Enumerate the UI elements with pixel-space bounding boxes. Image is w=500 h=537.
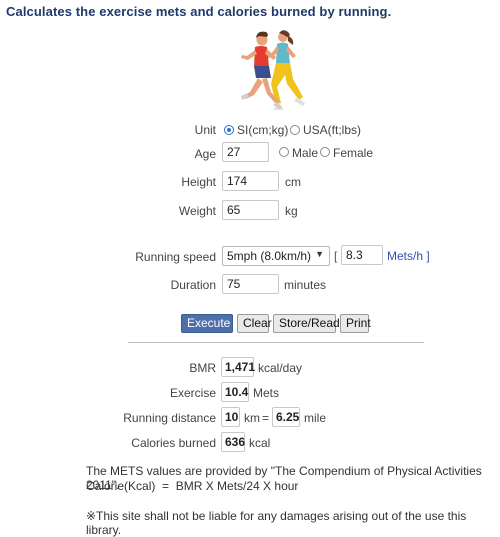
height-unit: cm bbox=[285, 175, 301, 189]
calories-label: Calories burned bbox=[131, 436, 216, 450]
page-title: Calculates the exercise mets and calorie… bbox=[6, 4, 392, 19]
calories-value: 636 bbox=[221, 432, 245, 452]
distance-km-unit: km bbox=[244, 411, 260, 425]
weight-label: Weight bbox=[178, 204, 216, 218]
age-label: Age bbox=[194, 147, 216, 161]
runners-illustration-icon bbox=[236, 28, 310, 110]
duration-unit: minutes bbox=[284, 278, 327, 292]
gender-female-radio[interactable] bbox=[320, 147, 330, 157]
store-read-button[interactable]: Store/Read bbox=[273, 314, 340, 333]
gender-female-label[interactable]: Female bbox=[333, 146, 373, 160]
distance-label: Running distance bbox=[123, 411, 216, 425]
divider bbox=[128, 342, 424, 343]
weight-unit: kg bbox=[285, 204, 298, 218]
unit-si-radio[interactable] bbox=[224, 125, 234, 135]
mets-bracket-open: [ bbox=[334, 249, 338, 263]
height-input[interactable]: 174 bbox=[222, 171, 279, 191]
clear-button[interactable]: Clear bbox=[237, 314, 272, 333]
exercise-unit: Mets bbox=[253, 386, 280, 400]
bmr-unit: kcal/day bbox=[258, 361, 303, 375]
bmr-label: BMR bbox=[189, 361, 216, 375]
distance-mile-value: 6.25 bbox=[272, 407, 300, 427]
speed-select[interactable]: 5mph (8.0km/h) ▼ bbox=[222, 246, 330, 266]
disclaimer-note: ※This site shall not be liable for any d… bbox=[86, 509, 467, 537]
bmr-value: 1,471 bbox=[221, 357, 255, 377]
duration-label: Duration bbox=[170, 278, 216, 292]
exercise-value: 10.4 bbox=[221, 382, 249, 402]
unit-usa-label[interactable]: USA(ft;lbs) bbox=[303, 123, 361, 137]
execute-button[interactable]: Execute bbox=[181, 314, 233, 333]
distance-km-value: 10 bbox=[221, 407, 240, 427]
distance-equals: = bbox=[262, 411, 270, 425]
gender-male-radio[interactable] bbox=[279, 147, 289, 157]
calorie-formula-note: Calorie(Kcal) = BMR X Mets/24 X hour bbox=[86, 479, 299, 493]
distance-mile-unit: mile bbox=[304, 411, 327, 425]
unit-label: Unit bbox=[194, 123, 216, 137]
print-button[interactable]: Print bbox=[340, 314, 371, 333]
duration-input[interactable]: 75 bbox=[222, 274, 279, 294]
chevron-down-icon: ▼ bbox=[315, 249, 324, 259]
speed-select-value: 5mph (8.0km/h) bbox=[227, 249, 312, 263]
gender-male-label[interactable]: Male bbox=[292, 146, 318, 160]
weight-input[interactable]: 65 bbox=[222, 200, 279, 220]
speed-label: Running speed bbox=[135, 250, 216, 264]
mets-input[interactable]: 8.3 bbox=[341, 245, 383, 265]
mets-unit: Mets/h ] bbox=[387, 249, 430, 263]
unit-usa-radio[interactable] bbox=[290, 125, 300, 135]
height-label: Height bbox=[181, 175, 216, 189]
exercise-label: Exercise bbox=[169, 386, 216, 400]
age-input[interactable]: 27 bbox=[222, 142, 269, 162]
unit-si-label[interactable]: SI(cm;kg) bbox=[237, 123, 288, 137]
calories-unit: kcal bbox=[249, 436, 271, 450]
